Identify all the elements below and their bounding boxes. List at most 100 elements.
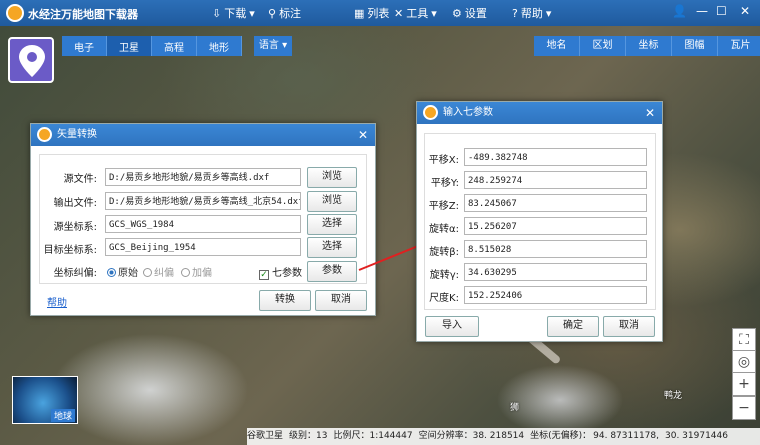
src-file-label: 源文件: <box>63 174 97 185</box>
param-label: 平移X: <box>428 155 459 166</box>
menu-tools-label: 工具 <box>406 7 429 20</box>
menu-tools[interactable]: ✕ 工具 ▾ <box>394 5 437 21</box>
status-coord-type: 坐标(无偏移)： <box>530 431 592 441</box>
radio-original[interactable]: 原始 <box>107 264 138 279</box>
param-label: 旋转γ: <box>429 270 459 281</box>
radio-offset[interactable]: 加偏 <box>181 264 212 279</box>
dst-crs-label: 目标坐标系: <box>43 245 97 256</box>
tab-mapsheet[interactable]: 图幅 <box>672 36 718 56</box>
cancel-button[interactable]: 取消 <box>603 316 655 337</box>
src-crs-field[interactable]: GCS_WGS_1984 <box>105 215 301 233</box>
status-lng: 94. 87311178, <box>593 431 659 441</box>
dialog-titlebar: 矢量转换 ✕ <box>31 124 375 146</box>
dialog-title: 输入七参数 <box>443 107 493 118</box>
user-icon[interactable]: 👤 <box>672 4 687 18</box>
app-title: 水经注万能地图下载器 <box>28 8 138 21</box>
radio-dot <box>181 268 190 277</box>
tab-placename[interactable]: 地名 <box>534 36 580 56</box>
menu-settings-label: 设置 <box>464 7 487 20</box>
fullscreen-icon[interactable]: ⛶ <box>732 328 756 352</box>
seven-param-dialog: 输入七参数 ✕ 平移X: -489.382748 平移Y: 248.259274… <box>416 101 663 342</box>
param-label: 平移Y: <box>430 178 459 189</box>
dialog-logo-icon <box>37 127 52 142</box>
import-button[interactable]: 导入 <box>425 316 479 337</box>
app-logo-icon <box>6 4 24 22</box>
ok-button[interactable]: 确定 <box>547 316 599 337</box>
language-dropdown[interactable]: 语言 ▾ <box>254 36 292 56</box>
vector-convert-dialog: 矢量转换 ✕ 源文件: D:/易贡乡地形地貌/易贡乡等高线.dxf 浏览 输出文… <box>30 123 376 316</box>
out-file-label: 输出文件: <box>53 198 97 209</box>
tab-coordinate[interactable]: 坐标 <box>626 36 672 56</box>
status-resolution: 空间分辨率：38. 218514 <box>418 431 525 441</box>
menu-settings[interactable]: ⚙ 设置 <box>452 5 487 21</box>
radio-offset-label: 加偏 <box>192 268 212 279</box>
param-field[interactable]: 83.245067 <box>464 194 647 212</box>
minimap-globe[interactable]: 地球 <box>12 376 78 424</box>
select-dst-crs-button[interactable]: 选择 <box>307 237 357 258</box>
close-icon[interactable]: ✕ <box>358 124 368 146</box>
src-file-field[interactable]: D:/易贡乡地形地貌/易贡乡等高线.dxf <box>105 168 301 186</box>
menu-help-label: 帮助 <box>520 7 543 20</box>
menu-download-label: 下载 <box>224 7 247 20</box>
convert-button[interactable]: 转换 <box>259 290 311 311</box>
dialog-title: 矢量转换 <box>57 129 97 140</box>
seven-param-checkbox[interactable]: ✓ 七参数 <box>259 264 302 280</box>
params-button[interactable]: 参数 <box>307 261 357 282</box>
maximize-icon[interactable]: ☐ <box>716 4 727 18</box>
zoom-out-button[interactable]: − <box>732 396 756 420</box>
param-label: 旋转α: <box>429 224 459 235</box>
menu-download[interactable]: ⇩ 下载 ▾ <box>212 5 255 21</box>
param-field[interactable]: 152.252406 <box>464 286 647 304</box>
map-type-tabs: 电子 卫星 高程 地形 <box>62 36 242 56</box>
overlay-tabs: 地名 区划 坐标 图幅 瓦片 <box>534 36 760 56</box>
select-src-crs-button[interactable]: 选择 <box>307 214 357 235</box>
chevron-down-icon: ▾ <box>282 40 288 51</box>
out-file-field[interactable]: D:/易贡乡地形地貌/易贡乡等高线_北京54.dxf <box>105 192 301 210</box>
close-icon[interactable]: ✕ <box>740 4 750 18</box>
tab-satellite[interactable]: 卫星 <box>107 36 152 56</box>
close-icon[interactable]: ✕ <box>645 102 655 124</box>
browse-src-button[interactable]: 浏览 <box>307 167 357 188</box>
locate-icon[interactable]: ◎ <box>732 350 756 374</box>
menu-help[interactable]: ? 帮助 ▾ <box>512 5 551 21</box>
menu-list[interactable]: ▦ 列表 <box>354 5 389 21</box>
param-field[interactable]: 15.256207 <box>464 217 647 235</box>
tab-terrain[interactable]: 地形 <box>197 36 242 56</box>
map-app-logo <box>8 37 54 83</box>
radio-dot <box>143 268 152 277</box>
status-lat: 30. 31971446 <box>665 431 728 441</box>
chevron-down-icon: ▾ <box>545 6 552 20</box>
tab-elevation[interactable]: 高程 <box>152 36 197 56</box>
param-field[interactable]: -489.382748 <box>464 148 647 166</box>
radio-original-label: 原始 <box>118 268 138 279</box>
menu-mark[interactable]: ⚲ 标注 <box>268 5 301 21</box>
param-label: 旋转β: <box>429 247 459 258</box>
src-crs-label: 源坐标系: <box>53 222 97 233</box>
zoom-in-button[interactable]: + <box>732 372 756 396</box>
param-label: 平移Z: <box>428 201 459 212</box>
menu-mark-label: 标注 <box>279 7 302 20</box>
param-field[interactable]: 248.259274 <box>464 171 647 189</box>
tab-tile[interactable]: 瓦片 <box>718 36 760 56</box>
tools-icon: ✕ <box>394 6 404 20</box>
status-bar: 谷歌卫星 级别：13 比例尺：1:144447 空间分辨率：38. 218514 坐标(… <box>247 428 760 445</box>
language-label: 语言 <box>258 40 279 51</box>
chevron-down-icon: ▾ <box>249 6 255 20</box>
radio-correct[interactable]: 纠偏 <box>143 264 174 279</box>
map-place-label: 鸭龙 <box>664 391 683 401</box>
minimize-icon[interactable]: — <box>696 4 708 18</box>
status-source: 谷歌卫星 <box>247 431 284 441</box>
top-toolbar: 水经注万能地图下载器 ⇩ 下载 ▾ ⚲ 标注 ▦ 列表 ✕ 工具 ▾ ⚙ 设置 … <box>0 0 760 26</box>
offset-label: 坐标纠偏: <box>53 268 97 279</box>
minimap-label: 地球 <box>50 409 75 422</box>
help-icon: ? <box>512 6 518 20</box>
param-field[interactable]: 8.515028 <box>464 240 647 258</box>
menu-list-label: 列表 <box>367 7 390 20</box>
tab-division[interactable]: 区划 <box>580 36 626 56</box>
cancel-button[interactable]: 取消 <box>315 290 367 311</box>
tab-electronic[interactable]: 电子 <box>62 36 107 56</box>
help-link[interactable]: 帮助 <box>47 294 67 309</box>
browse-out-button[interactable]: 浏览 <box>307 191 357 212</box>
param-field[interactable]: 34.630295 <box>464 263 647 281</box>
dst-crs-field[interactable]: GCS_Beijing_1954 <box>105 238 301 256</box>
